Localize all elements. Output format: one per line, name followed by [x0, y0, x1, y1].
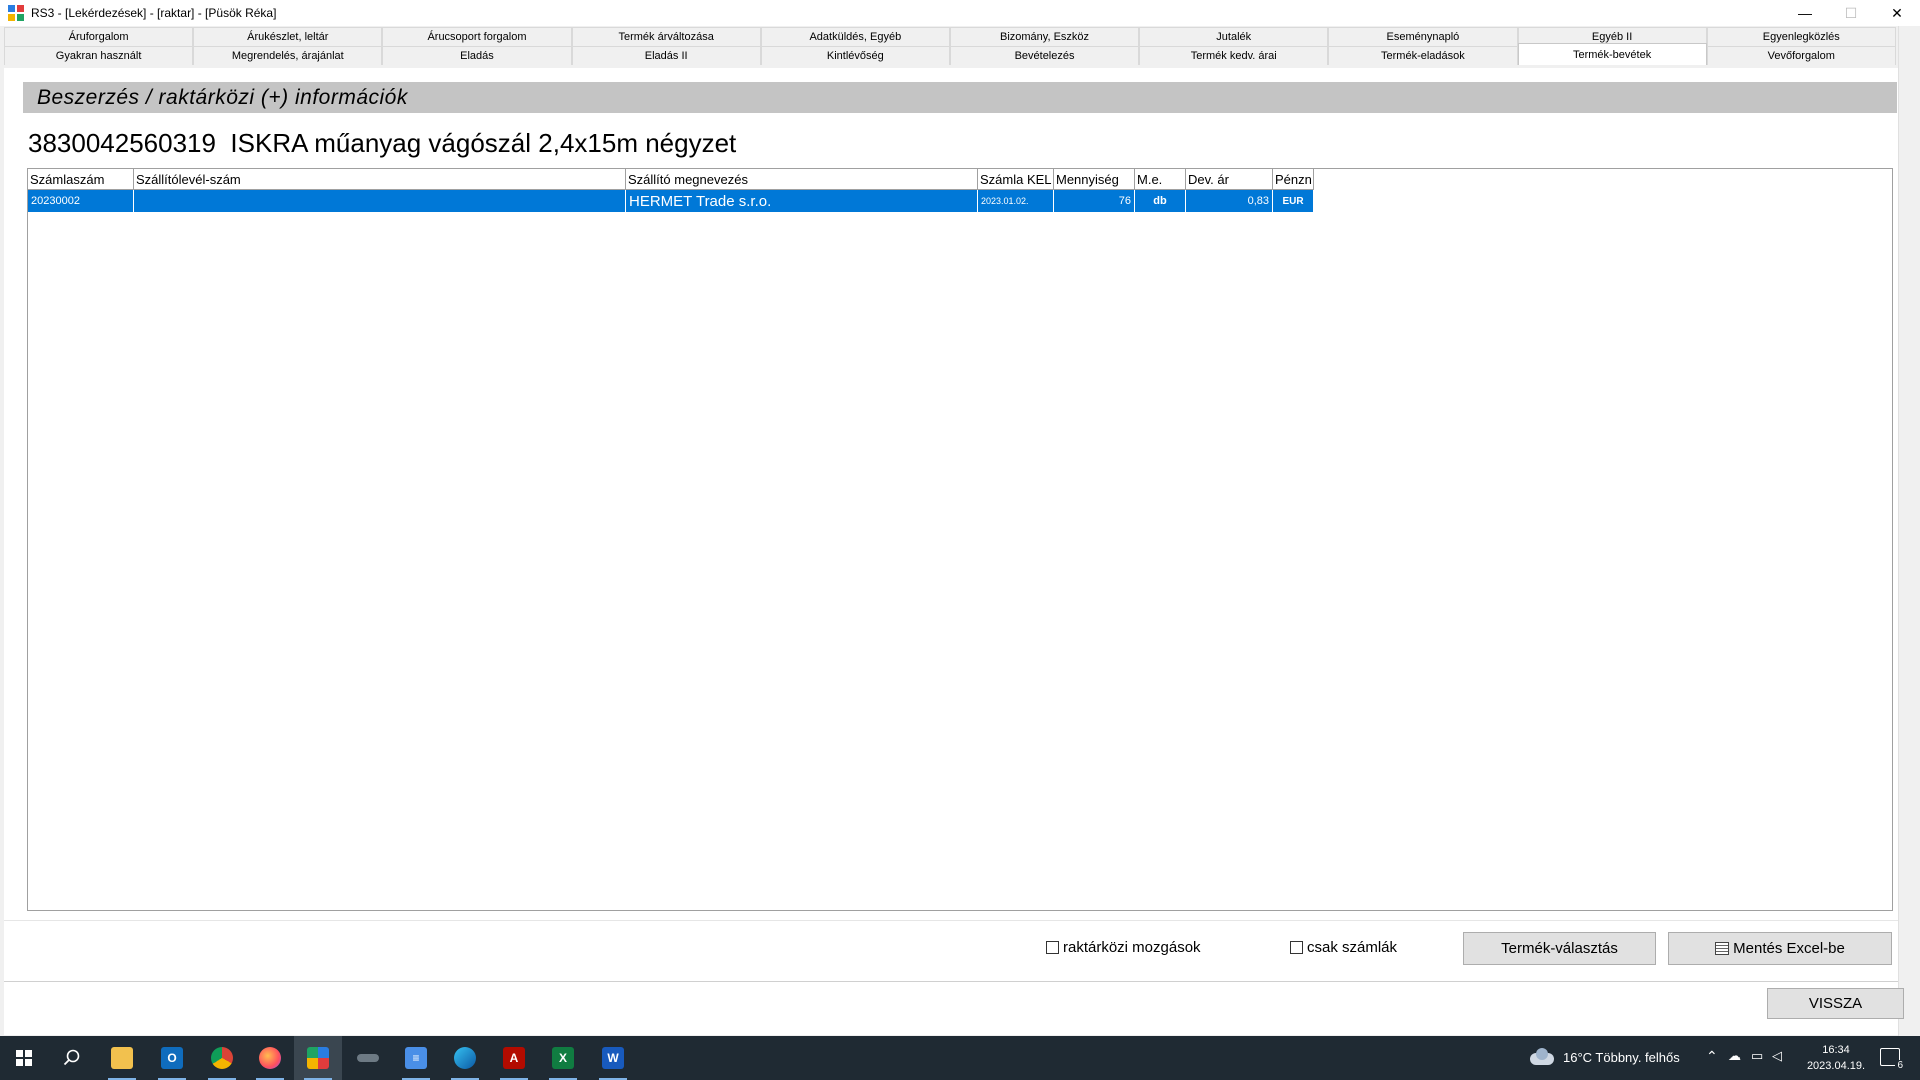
tab-bevetelezes[interactable]: Bevételezés — [949, 46, 1140, 65]
tab-termek-kedv-arai[interactable]: Termék kedv. árai — [1139, 46, 1329, 65]
column-header-delivery-note[interactable]: Szállítólevél-szám — [134, 169, 626, 190]
tab-kintlevoseg[interactable]: Kintlévőség — [760, 46, 950, 65]
outlook-icon[interactable]: O — [148, 1036, 196, 1080]
back-button[interactable]: VISSZA — [1767, 988, 1904, 1019]
column-header-quantity[interactable]: Mennyiség — [1054, 169, 1135, 190]
network-icon[interactable]: ▭ — [1751, 1048, 1763, 1064]
main-panel: Beszerzés / raktárközi (+) információk 3… — [4, 68, 1904, 1035]
cell-price: 0,83 — [1186, 190, 1273, 212]
minimize-button[interactable]: — — [1782, 0, 1828, 26]
search-icon[interactable] — [48, 1036, 96, 1080]
tab-eladas[interactable]: Eladás — [382, 46, 572, 65]
notification-icon[interactable]: 6 — [1880, 1048, 1905, 1071]
cell-delivery-note — [134, 190, 626, 212]
tab-esemenynaplo[interactable]: Eseménynapló — [1328, 27, 1518, 46]
chrome-icon[interactable] — [198, 1036, 246, 1080]
clock[interactable]: 16:34 2023.04.19. — [1800, 1042, 1872, 1074]
volume-icon[interactable]: ◁ — [1772, 1048, 1782, 1064]
taskbar: O ≡ A X W 16°C Többny. felhős ⌃ ☁ ▭ ◁ 16… — [0, 1036, 1920, 1080]
column-header-currency[interactable]: Pénzn — [1273, 169, 1314, 190]
spreadsheet-icon — [1715, 942, 1730, 955]
file-explorer-icon[interactable] — [98, 1036, 146, 1080]
clock-date: 2023.04.19. — [1806, 1060, 1866, 1072]
cell-unit: db — [1135, 190, 1186, 212]
tab-termek-arvaltozasa[interactable]: Termék árváltozása — [571, 27, 761, 46]
section-header-text: Beszerzés / raktárközi (+) információk — [37, 85, 408, 109]
invoices-only-label: csak számlák — [1307, 939, 1398, 956]
query-tabs: Áruforgalom Árukészlet, leltár Árucsopor… — [4, 26, 1898, 68]
column-header-supplier[interactable]: Szállító megnevezés — [626, 169, 978, 190]
purchase-grid: Számlaszám Szállítólevél-szám Szállító m… — [27, 168, 1893, 911]
tab-arucsoport-forgalom[interactable]: Árucsoport forgalom — [382, 27, 572, 46]
cell-supplier: HERMET Trade s.r.o. — [626, 190, 978, 212]
window-edge-strip — [1898, 26, 1920, 1036]
title-bar: RS3 - [Lekérdezések] - [raktar] - [Püsök… — [0, 0, 1920, 26]
edge-icon[interactable] — [441, 1036, 489, 1080]
tab-gyakran-hasznalt[interactable]: Gyakran használt — [4, 46, 194, 65]
invoices-only-checkbox[interactable]: csak számlák — [1290, 939, 1397, 956]
tab-egyenlegkozles[interactable]: Egyenlegközlés — [1706, 27, 1896, 46]
window-title: RS3 - [Lekérdezések] - [raktar] - [Püsök… — [31, 6, 277, 20]
product-title: 3830042560319 ISKRA műanyag vágószál 2,4… — [28, 128, 737, 158]
column-header-invoice[interactable]: Számlaszám — [28, 169, 134, 190]
cell-currency: EUR — [1273, 190, 1314, 212]
cell-invoice-date: 2023.01.02. — [978, 190, 1054, 212]
windows-start-icon[interactable] — [0, 1036, 48, 1080]
chevron-up-icon[interactable]: ⌃ — [1706, 1048, 1718, 1065]
clock-time: 16:34 — [1822, 1044, 1850, 1056]
weather-icon[interactable] — [1530, 1048, 1556, 1066]
tab-eladas-ii[interactable]: Eladás II — [571, 46, 761, 65]
close-button[interactable]: ✕ — [1874, 0, 1920, 26]
options-bar: raktárközi mozgások csak számlák Termék-… — [4, 920, 1898, 982]
tab-bizomany-eszkoz[interactable]: Bizomány, Eszköz — [949, 27, 1140, 46]
tab-megrendeles-arajanlat[interactable]: Megrendelés, árajánlat — [193, 46, 383, 65]
tab-jutalek[interactable]: Jutalék — [1139, 27, 1329, 46]
save-excel-button[interactable]: Mentés Excel-be — [1668, 932, 1892, 965]
window-controls: — ☐ ✕ — [1782, 0, 1920, 26]
grid-header: Számlaszám Szállítólevél-szám Szállító m… — [28, 169, 1314, 190]
cell-quantity: 76 — [1054, 190, 1135, 212]
save-excel-label: Mentés Excel-be — [1733, 940, 1845, 957]
warehouse-moves-checkbox[interactable]: raktárközi mozgások — [1046, 939, 1201, 956]
acrobat-icon[interactable]: A — [490, 1036, 538, 1080]
checkbox-box[interactable] — [1290, 941, 1303, 954]
word-icon[interactable]: W — [589, 1036, 637, 1080]
maximize-button[interactable]: ☐ — [1828, 0, 1874, 26]
product-select-button[interactable]: Termék-választás — [1463, 932, 1656, 965]
tab-termek-bevetek[interactable]: Termék-bevétek — [1517, 43, 1707, 65]
tab-row-2: Gyakran használt Megrendelés, árajánlat … — [4, 43, 1896, 65]
column-header-unit[interactable]: M.e. — [1135, 169, 1186, 190]
notification-count: 6 — [1895, 1060, 1905, 1071]
warehouse-moves-label: raktárközi mozgások — [1063, 939, 1201, 956]
section-header: Beszerzés / raktárközi (+) információk — [23, 82, 1897, 113]
tab-vevoforgalom[interactable]: Vevőforgalom — [1706, 46, 1896, 65]
rs3-app-icon[interactable] — [294, 1036, 342, 1080]
tab-adatkuldes-egyeb[interactable]: Adatküldés, Egyéb — [760, 27, 950, 46]
table-row[interactable]: 20230002 HERMET Trade s.r.o. 2023.01.02.… — [28, 190, 1314, 212]
firefox-icon[interactable] — [246, 1036, 294, 1080]
cell-invoice: 20230002 — [28, 190, 134, 212]
onedrive-icon[interactable]: ☁ — [1728, 1048, 1741, 1064]
checkbox-box[interactable] — [1046, 941, 1059, 954]
app-logo-icon — [8, 5, 24, 21]
app-icon[interactable] — [344, 1036, 392, 1080]
column-header-invoice-date[interactable]: Számla KEL — [978, 169, 1054, 190]
excel-icon[interactable]: X — [539, 1036, 587, 1080]
tab-arukeszlet-leltar[interactable]: Árukészlet, leltár — [193, 27, 383, 46]
column-header-price[interactable]: Dev. ár — [1186, 169, 1273, 190]
notepad-icon[interactable]: ≡ — [392, 1036, 440, 1080]
tab-aruforgalom[interactable]: Áruforgalom — [4, 27, 194, 46]
tab-termek-eladasok[interactable]: Termék-eladások — [1328, 46, 1518, 65]
weather-text[interactable]: 16°C Többny. felhős — [1563, 1050, 1680, 1065]
